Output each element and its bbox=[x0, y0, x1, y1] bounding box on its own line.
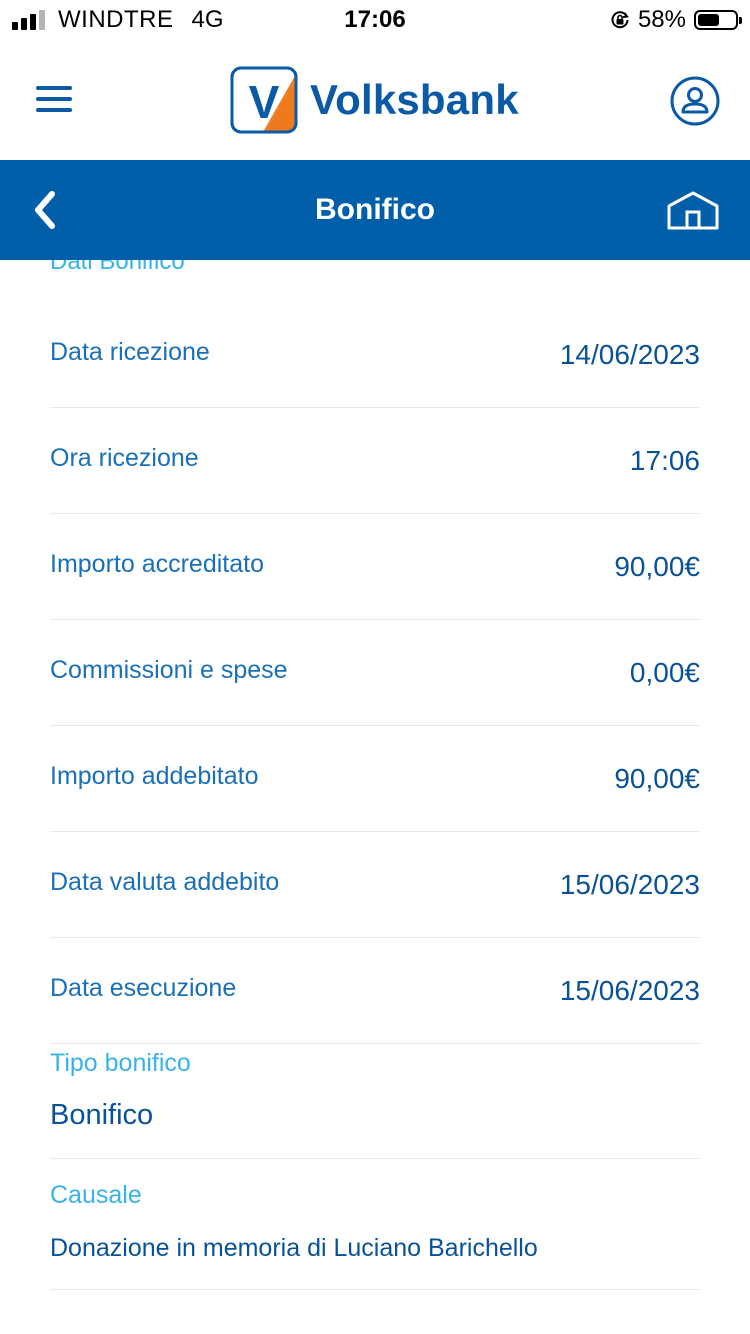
status-right: 58% bbox=[610, 6, 742, 34]
battery-percentage: 58% bbox=[637, 6, 686, 33]
detail-label: Ora ricezione bbox=[50, 444, 199, 472]
home-icon[interactable] bbox=[666, 190, 720, 230]
status-left: WINDTRE 4G bbox=[12, 6, 224, 34]
detail-block-causale: Causale Donazione in memoria di Luciano … bbox=[50, 1159, 700, 1290]
tipo-value: Bonifico bbox=[50, 1099, 154, 1131]
chevron-left-icon[interactable] bbox=[28, 190, 64, 230]
detail-row-data-ricezione: Data ricezione 14/06/2023 bbox=[50, 301, 700, 408]
navigation-bar: Bonifico bbox=[0, 160, 750, 260]
detail-label: Data esecuzione bbox=[50, 974, 237, 1002]
detail-row-importo-addebitato: Importo addebitato 90,00€ bbox=[50, 725, 700, 832]
battery-icon bbox=[694, 10, 742, 30]
brand-name: Volksbank bbox=[310, 76, 519, 123]
detail-value: 15/06/2023 bbox=[559, 869, 700, 900]
battery-fill bbox=[698, 14, 719, 26]
user-profile-icon[interactable] bbox=[670, 76, 720, 126]
logo-letter: V bbox=[249, 76, 280, 128]
detail-row-data-valuta: Data valuta addebito 15/06/2023 bbox=[50, 831, 700, 938]
detail-label: Data ricezione bbox=[50, 338, 210, 366]
transfer-details: Dati Bonifico Data ricezione 14/06/2023 … bbox=[50, 260, 700, 1334]
detail-value: 17:06 bbox=[629, 445, 700, 476]
detail-label: Data valuta addebito bbox=[50, 868, 280, 896]
carrier-name: WINDTRE bbox=[58, 6, 174, 33]
detail-label: Importo accreditato bbox=[50, 550, 264, 578]
volksbank-logo-icon: V bbox=[230, 66, 298, 134]
app-header: V Volksbank bbox=[0, 40, 750, 160]
rotation-lock-icon bbox=[611, 11, 629, 29]
causale-label: Causale bbox=[50, 1181, 142, 1209]
detail-row-commissioni: Commissioni e spese 0,00€ bbox=[50, 619, 700, 726]
section-title: Dati Bonifico bbox=[50, 260, 185, 275]
detail-label: Importo addebitato bbox=[50, 762, 259, 790]
detail-row-importo-accreditato: Importo accreditato 90,00€ bbox=[50, 513, 700, 620]
detail-block-tipo-bonifico: Tipo bonifico Bonifico bbox=[50, 1044, 700, 1159]
page-title: Bonifico bbox=[315, 193, 435, 226]
detail-row-data-esecuzione: Data esecuzione 15/06/2023 bbox=[50, 937, 700, 1044]
signal-strength-icon bbox=[12, 10, 48, 30]
detail-value: 14/06/2023 bbox=[559, 339, 700, 370]
status-bar: WINDTRE 4G 17:06 58% bbox=[0, 0, 750, 40]
detail-label: Commissioni e spese bbox=[50, 656, 288, 684]
detail-value: 90,00€ bbox=[614, 551, 700, 582]
network-type: 4G bbox=[191, 6, 224, 33]
detail-value: 0,00€ bbox=[629, 657, 700, 688]
detail-value: 15/06/2023 bbox=[559, 975, 700, 1006]
causale-value: Donazione in memoria di Luciano Barichel… bbox=[50, 1234, 538, 1262]
detail-row-ora-ricezione: Ora ricezione 17:06 bbox=[50, 407, 700, 514]
detail-value: 90,00€ bbox=[614, 763, 700, 794]
volksbank-logo: V Volksbank bbox=[230, 66, 519, 134]
tipo-label: Tipo bonifico bbox=[50, 1049, 191, 1077]
hamburger-menu-icon[interactable] bbox=[36, 86, 72, 114]
